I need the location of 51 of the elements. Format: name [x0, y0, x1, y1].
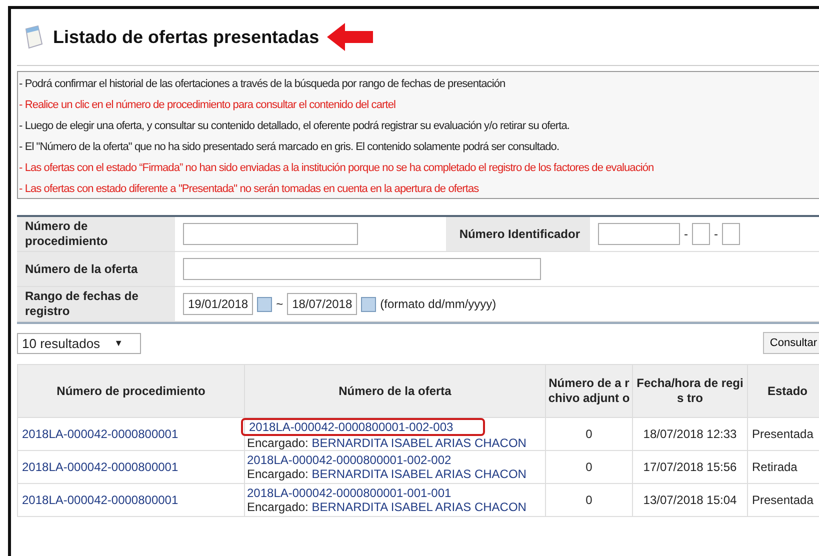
table-cell: 17/07/2018 15:56 [632, 450, 748, 484]
note-text: - Realice un clic en el número de procedimiento para consultar el contenido del cartel [18, 98, 396, 113]
manager-name: BERNARDITA ISABEL ARIAS CHACON [312, 500, 526, 514]
field-label: Rango de fechas de registro [17, 287, 175, 321]
identifier-input[interactable] [598, 223, 680, 245]
note-text: - Podrá confirmar el historial de las ofertaciones a través de la búsqueda por rango de fechas de presentación [18, 77, 506, 92]
separator-text: - [714, 227, 718, 241]
calendar-icon[interactable] [361, 296, 376, 312]
procedure-link[interactable]: 2018LA-000042-0000800001 [18, 450, 244, 484]
procedure-input[interactable] [183, 223, 358, 245]
offer-link[interactable]: 2018LA-000042-0000800001-002-003 [241, 418, 486, 436]
notepad-icon [23, 24, 45, 50]
procedure-link[interactable]: 2018LA-000042-0000800001 [18, 418, 244, 450]
calendar-icon[interactable] [257, 296, 272, 312]
identifier-input[interactable] [692, 223, 710, 245]
identifier-input[interactable] [722, 223, 740, 245]
column-header: Número de la oferta [244, 364, 546, 418]
table-cell: 0 [546, 418, 632, 450]
note-text: - Luego de elegir una oferta, y consultar su contenido detallado, el oferente podrá registrar su evaluación y/o retirar su oferta. [18, 119, 571, 134]
offer-link[interactable]: 2018LA-000042-0000800001-001-001 [247, 486, 452, 500]
manager-name: BERNARDITA ISABEL ARIAS CHACON [312, 467, 526, 481]
column-header: Número de procedimiento [18, 364, 244, 418]
manager-label: Encargado: [247, 467, 308, 481]
procedure-link[interactable]: 2018LA-000042-0000800001 [18, 484, 244, 516]
field-label: Número de procedimiento [17, 217, 175, 251]
date-input[interactable]: 19/01/2018 [183, 293, 254, 315]
field-label: Número Identificador [446, 217, 590, 251]
tilde-text: ~ [276, 297, 284, 311]
note-text: - Las ofertas con el estado “Firmada” no han sido enviadas a la institución porque no se ha completado el registro de los factores de evaluación [18, 161, 655, 176]
search-button[interactable]: Consultar [762, 332, 819, 354]
note-text: - Las ofertas con estado diferente a "Presentada" no serán tomadas en cuenta en la apertura de ofertas [18, 182, 480, 197]
note-text: - El "Número de la oferta" que no ha sido presentado será marcado en gris. El contenido solamente podrá ser consultado. [18, 140, 560, 155]
table-cell: 13/07/2018 15:04 [632, 484, 748, 516]
column-header: Número de a rchivo adjunt o [546, 364, 632, 418]
table-cell: 0 [546, 450, 632, 484]
table-cell: 0 [546, 484, 632, 516]
offer-input[interactable] [183, 258, 541, 280]
manager-label: Encargado: [247, 500, 308, 514]
manager-label: Encargado: [247, 436, 308, 450]
format-hint: (formato dd/mm/yyyy) [380, 297, 496, 311]
results-dropdown[interactable]: 10 resultados ▼ [17, 332, 141, 354]
column-header: Fecha/hora de regis tro [632, 364, 748, 418]
field-label: Número de la oferta [17, 252, 175, 286]
separator-text: - [684, 227, 688, 241]
page-title: Listado de ofertas presentadas [53, 26, 320, 48]
column-header: Estado [748, 364, 819, 418]
arrow-icon [327, 23, 374, 51]
offer-link[interactable]: 2018LA-000042-0000800001-002-002 [247, 453, 452, 467]
table-cell: 18/07/2018 12:33 [632, 418, 748, 450]
date-input[interactable]: 18/07/2018 [287, 293, 358, 315]
manager-name: BERNARDITA ISABEL ARIAS CHACON [312, 436, 526, 450]
